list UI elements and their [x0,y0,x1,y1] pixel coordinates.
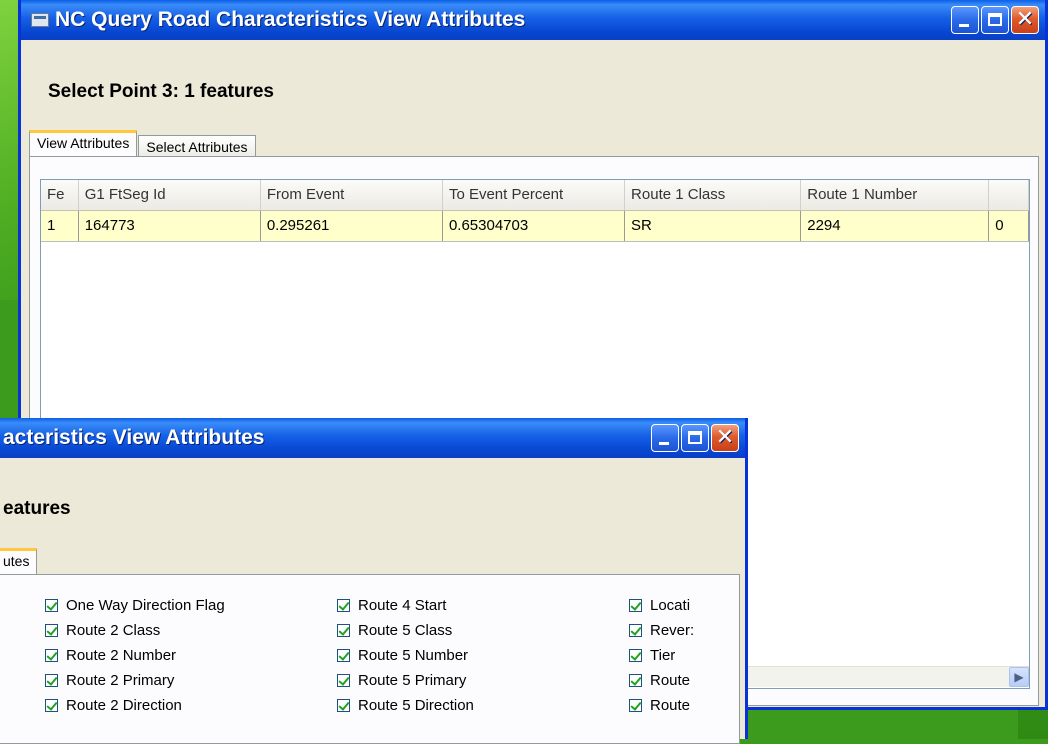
column-header[interactable]: G1 FtSeg Id [78,180,261,210]
checkbox-item[interactable]: Route 2 Primary [45,672,174,689]
checkbox-label: Route 5 Class [358,622,453,639]
checkbox[interactable] [337,599,350,612]
checkbox-label: Rever: [650,622,695,639]
checkbox-item[interactable]: Rever: [629,622,734,639]
checkbox-item[interactable]: Route [629,672,734,689]
checkbox-label: One Way Direction Flag [66,597,225,614]
checkbox[interactable] [45,674,58,687]
column-header[interactable]: Fe [41,180,79,210]
back-tab-strip: View Attributes Select Attributes [29,130,257,157]
checkbox-label: Route 2 Number [66,647,177,664]
table-cell: 1 [41,211,79,241]
close-icon: ✕ [1015,7,1035,32]
checkbox-label: Route 5 Primary [358,672,467,689]
minimize-icon [959,24,969,27]
tab-select-attributes[interactable]: Select Attributes [138,135,256,157]
checkbox-label: Route 2 Class [66,622,161,639]
table-cell: 2294 [801,211,990,241]
maximize-icon [688,431,702,444]
checkbox[interactable] [629,649,642,662]
back-window-title: NC Query Road Characteristics View Attri… [55,8,526,31]
checkbox-label: Route 4 Start [358,597,447,614]
minimize-icon [659,442,669,445]
tab-select-attributes[interactable]: utes [0,548,38,575]
checkbox[interactable] [629,624,642,637]
checkbox[interactable] [337,699,350,712]
select-attributes-panel: One Way Direction Flag Route 2 Class Rou… [0,574,740,744]
maximize-button[interactable] [681,424,709,452]
close-button[interactable]: ✕ [711,424,739,452]
app-icon [31,13,49,27]
checkbox-item[interactable]: Tier [629,647,734,664]
checkbox-item[interactable]: Route 5 Number [337,647,468,664]
maximize-icon [988,13,1002,26]
table-cell: 0 [989,211,1029,241]
checkbox[interactable] [337,624,350,637]
table-cell: 0.65304703 [443,211,626,241]
checkbox[interactable] [629,699,642,712]
checkbox-item[interactable]: Route 5 Direction [337,697,474,714]
front-tab-strip: utes [0,548,38,575]
minimize-button[interactable] [651,424,679,452]
checkbox-item[interactable]: Route 5 Class [337,622,452,639]
close-button[interactable]: ✕ [1011,6,1039,34]
table-cell: 164773 [79,211,261,241]
maximize-button[interactable] [981,6,1009,34]
tab-view-attributes[interactable]: View Attributes [29,130,138,157]
column-header[interactable]: Route 1 Class [625,180,802,210]
checkbox-label: Route 2 Direction [66,697,182,714]
checkbox[interactable] [337,649,350,662]
front-window-title: acteristics View Attributes [3,426,265,449]
checkbox-label: Route 5 Number [358,647,469,664]
checkbox-label: Locati [650,597,691,614]
column-header[interactable]: Route 1 Number [801,180,990,210]
table-cell: SR [625,211,802,241]
front-window-titlebar[interactable]: acteristics View Attributes ✕ [0,418,745,458]
checkbox-label: Route 2 Primary [66,672,175,689]
back-window-titlebar[interactable]: NC Query Road Characteristics View Attri… [21,0,1045,40]
chevron-right-icon[interactable]: ▶ [1009,667,1029,687]
table-row[interactable]: 1 164773 0.295261 0.65304703 SR 2294 0 [41,211,1029,242]
checkbox[interactable] [45,699,58,712]
checkbox-item[interactable]: Route 2 Class [45,622,160,639]
front-window-controls: ✕ [651,424,739,452]
column-header[interactable]: From Event [260,180,443,210]
column-header[interactable]: To Event Percent [442,180,626,210]
checkbox-label: Tier [650,647,676,664]
checkbox-item[interactable]: Route 5 Primary [337,672,466,689]
checkbox-label: Route [650,697,691,714]
front-window: acteristics View Attributes ✕ eatures ut… [0,418,748,744]
minimize-button[interactable] [951,6,979,34]
checkbox-label: Route 5 Direction [358,697,474,714]
checkbox[interactable] [45,649,58,662]
checkbox-item[interactable]: Route 2 Direction [45,697,182,714]
checkbox[interactable] [45,624,58,637]
table-cell: 0.295261 [261,211,443,241]
back-window-controls: ✕ [951,6,1039,34]
checkbox-item[interactable]: One Way Direction Flag [45,597,225,614]
front-selection-heading: eatures [3,498,71,519]
checkbox[interactable] [629,599,642,612]
close-icon: ✕ [715,425,735,450]
column-header[interactable] [989,180,1029,210]
checkbox-item[interactable]: Route 2 Number [45,647,176,664]
grid-header: Fe G1 FtSeg Id From Event To Event Perce… [41,180,1029,211]
checkbox[interactable] [337,674,350,687]
selection-heading: Select Point 3: 1 features [48,81,274,102]
checkbox[interactable] [629,674,642,687]
checkbox-item[interactable]: Locati [629,597,734,614]
checkbox[interactable] [45,599,58,612]
checkbox-item[interactable]: Route [629,697,734,714]
checkbox-item[interactable]: Route 4 Start [337,597,446,614]
checkbox-label: Route [650,672,691,689]
